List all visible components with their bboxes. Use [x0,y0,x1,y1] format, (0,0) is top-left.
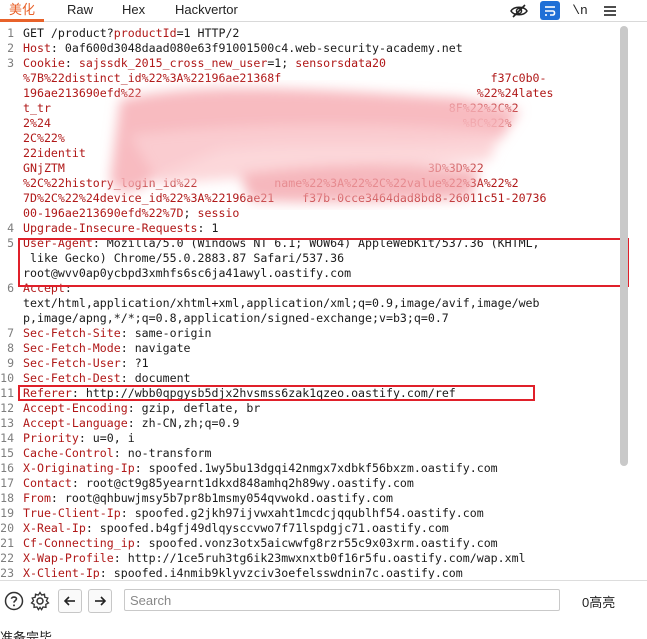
line-number: 10 [0,371,14,385]
search-field-wrapper [124,589,560,611]
code-line: 196ae213690efd%22 %22%24lates [23,86,554,100]
code-line: %7B%22distinct_id%22%3A%22196ae21368f f3… [23,71,547,85]
help-icon[interactable] [2,589,26,613]
line-number: 8 [7,341,14,355]
line-number: 17 [0,476,14,490]
code-line: Referer: http://wbb0qpgysb5djx2hvsmss6za… [23,386,456,400]
line-number: 16 [0,461,14,475]
line-number: 13 [0,416,14,430]
active-tab-indicator [0,19,44,22]
code-line: Contact: root@ct9g85yearnt1dkxd848amhq2h… [23,476,414,490]
code-line: True-Client-Ip: spoofed.g2jkh97ijvwxaht1… [23,506,484,520]
code-line: Upgrade-Insecure-Requests: 1 [23,221,219,235]
arrow-right-icon[interactable] [88,589,112,613]
code-line: Sec-Fetch-Dest: document [23,371,191,385]
line-number: 9 [7,356,14,370]
code-line: X-Client-Ip: spoofed.i4nmib9klyvzciv3oef… [23,566,463,579]
eye-slash-icon[interactable] [509,1,529,20]
line-number-gutter: 1 2 3 4 5 6 7 8 9 10 11 12 13 14 15 16 17 18 19 20 21 22 23 [0,24,19,579]
tab-raw[interactable]: Raw [67,0,93,21]
code-line: Accept-Encoding: gzip, deflate, br [23,401,261,415]
code-line: like Gecko) Chrome/55.0.2883.87 Safari/5… [23,251,345,265]
tab-pretty[interactable]: 美化 [9,0,35,21]
line-number: 6 [7,281,14,295]
tab-hackvertor[interactable]: Hackvertor [175,0,238,21]
newline-toggle[interactable]: \n [570,1,590,20]
line-number: 11 [0,386,14,400]
code-line: 22identit [23,146,86,160]
line-number: 14 [0,431,14,445]
code-line: Accept: [23,281,72,295]
search-bar: 0高亮 [0,580,647,620]
line-number: 23 [0,566,14,579]
code-line: From: root@qhbuwjmsy5b7pr8b1msmy054qvwok… [23,491,393,505]
code-line: t_tr 8F%22%2C%2 [23,101,519,115]
message-editor-tabbar: 美化 Raw Hex Hackvertor \n [0,0,647,22]
code-line: Cookie: sajssdk_2015_cross_new_user=1; s… [23,56,386,70]
arrow-left-icon[interactable] [58,589,82,613]
code-line: root@wvv0ap0ycbpd3xmhfs6sc6ja41awyl.oast… [23,266,352,280]
line-number: 5 [7,236,14,250]
request-editor[interactable]: 1 2 3 4 5 6 7 8 9 10 11 12 13 14 15 16 17 18 19 20 21 22 23 GE… [0,24,629,579]
line-number: 19 [0,506,14,520]
line-number: 1 [7,26,14,40]
code-line: User-Agent: Mozilla/5.0 (Windows NT 6.1;… [23,236,540,250]
search-input[interactable] [130,592,530,609]
line-number: 12 [0,401,14,415]
code-line: 7D%2C%22%24device_id%22%3A%22196ae21 f37… [23,191,547,205]
code-line: Accept-Language: zh-CN,zh;q=0.9 [23,416,240,430]
code-line: Priority: u=0, i [23,431,135,445]
line-number: 15 [0,446,14,460]
code-line: 2C%22% [23,131,65,145]
code-line: 2%24 %BC%22% [23,116,512,130]
code-line: Host: 0af600d3048daad080e63f91001500c4.w… [23,41,463,55]
code-line: X-Originating-Ip: spoofed.1wy5bu13dgqi42… [23,461,498,475]
line-number: 20 [0,521,14,535]
line-number: 21 [0,536,14,550]
code-line: X-Real-Ip: spoofed.b4gfj49dlqysccvwo7f71… [23,521,449,535]
editor-scrollbar-thumb[interactable] [620,26,628,466]
code-line: X-Wap-Profile: http://1ce5ruh3tg6ik23mwx… [23,551,526,565]
code-line: 00-196ae213690efd%22%7D; sessio [23,206,240,220]
highlight-count: 0高亮 [582,595,616,610]
line-number: 18 [0,491,14,505]
code-line: Cf-Connecting_ip: spoofed.vonz3otx5aicww… [23,536,498,550]
code-line: Cache-Control: no-transform [23,446,212,460]
line-number: 3 [7,56,14,70]
code-line: %2C%22history_login_id%22 name%22%3A%22%… [23,176,519,190]
code-line: Sec-Fetch-Mode: navigate [23,341,191,355]
editor-scrollbar-track[interactable] [630,24,647,579]
tab-hex[interactable]: Hex [122,0,145,21]
code-line: Sec-Fetch-User: ?1 [23,356,149,370]
code-line: Sec-Fetch-Site: same-origin [23,326,212,340]
status-bar-text: 准备完毕 [0,630,53,639]
gear-icon[interactable] [28,589,52,613]
hamburger-menu-icon[interactable] [600,1,620,20]
line-number: 22 [0,551,14,565]
code-line: GNjZTM 3D%3D%22 [23,161,484,175]
code-line: text/html,application/xhtml+xml,applicat… [23,296,540,310]
code-line: GET /product?productId=1 HTTP/2 [23,26,240,40]
code-line: p,image/apng,*/*;q=0.8,application/signe… [23,311,449,325]
wrap-lines-icon[interactable] [540,1,560,20]
line-number: 4 [7,221,14,235]
line-number: 2 [7,41,14,55]
line-number: 7 [7,326,14,340]
